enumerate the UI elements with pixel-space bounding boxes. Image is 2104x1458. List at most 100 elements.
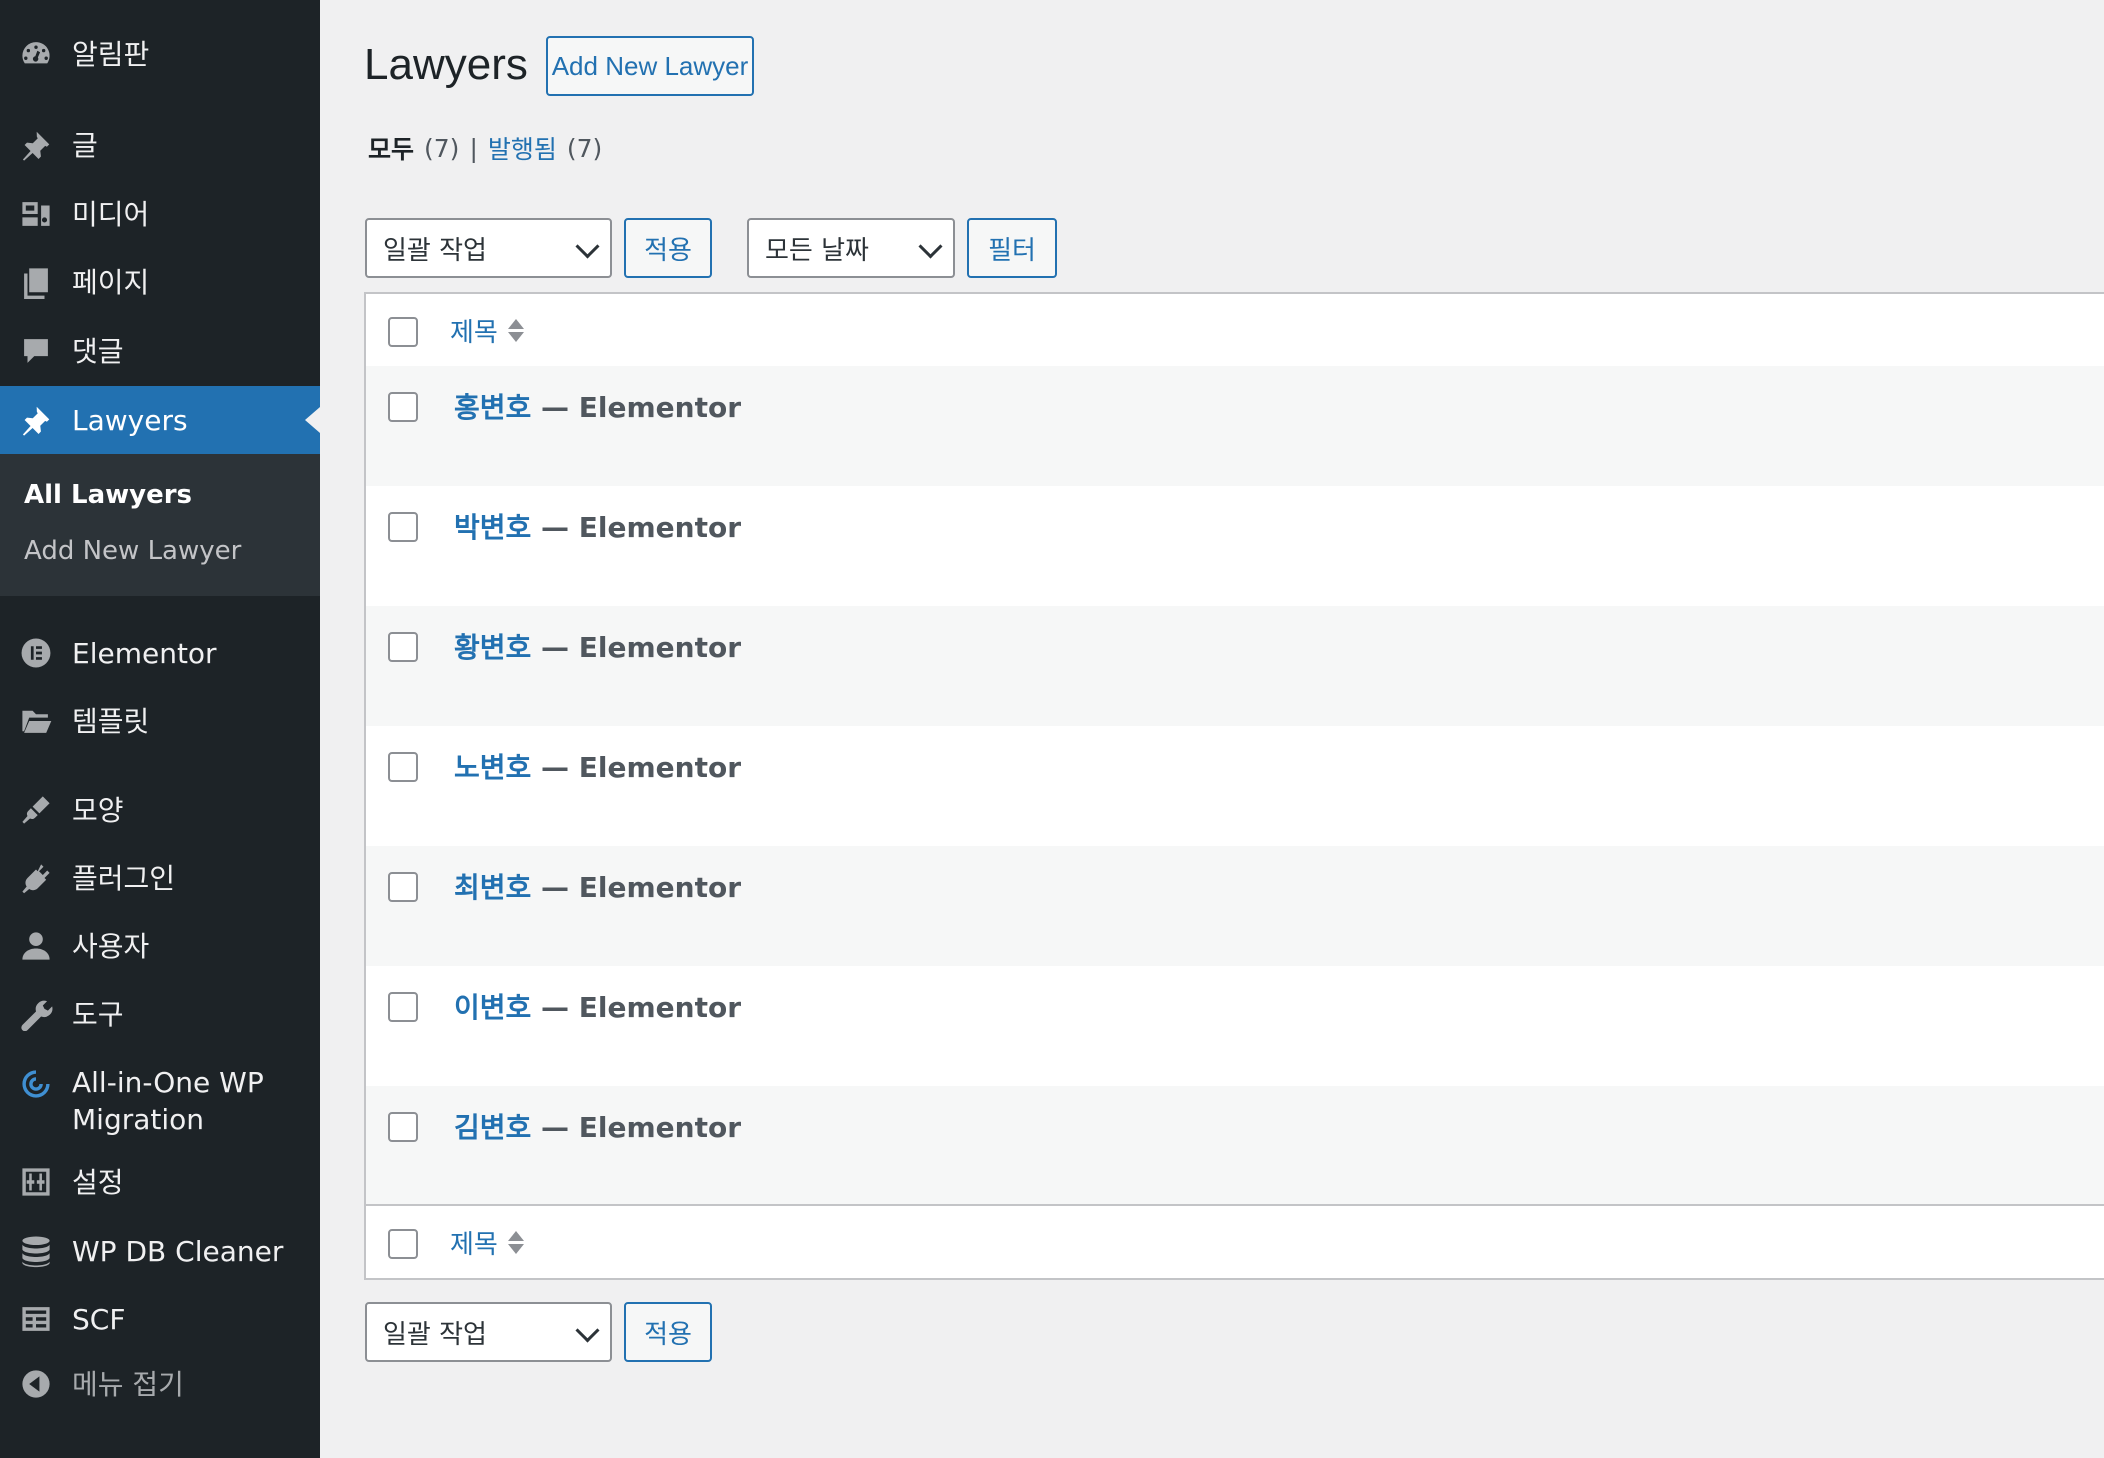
menu-item-dashboard[interactable]: 알림판	[0, 20, 320, 88]
sort-icon	[507, 1230, 524, 1254]
dashboard-icon	[18, 36, 54, 72]
row-checkbox[interactable]	[388, 632, 418, 662]
row-title: 이변호 — Elementor	[454, 986, 741, 1026]
menu-item-comments[interactable]: 댓글	[0, 317, 320, 385]
table-row: 황변호 — Elementor	[366, 606, 2104, 726]
row-title-suffix: — Elementor	[531, 871, 742, 904]
row-title: 박변호 — Elementor	[454, 506, 741, 546]
table-row: 홍변호 — Elementor	[366, 366, 2104, 486]
media-icon	[18, 196, 54, 232]
bulk-actions-select-bottom[interactable]: 일괄 작업	[365, 1302, 612, 1362]
table-footer: 제목	[366, 1204, 2104, 1278]
wrench-icon	[18, 996, 54, 1032]
row-checkbox[interactable]	[388, 512, 418, 542]
date-filter-select[interactable]: 모든 날짜	[747, 218, 955, 278]
lawyers-submenu: All Lawyers Add New Lawyer	[0, 454, 320, 596]
table-icon	[18, 1301, 54, 1337]
collapse-icon	[18, 1366, 54, 1402]
row-title-suffix: — Elementor	[531, 511, 742, 544]
menu-item-plugins[interactable]: 플러그인	[0, 844, 320, 912]
chevron-down-icon	[575, 234, 600, 259]
row-title: 노변호 — Elementor	[454, 746, 741, 786]
row-title-suffix: — Elementor	[531, 391, 742, 424]
row-checkbox[interactable]	[388, 992, 418, 1022]
menu-item-lawyers[interactable]: Lawyers	[0, 386, 320, 454]
menu-label-dashboard: 알림판	[72, 37, 150, 71]
view-all-count: (7)	[424, 133, 460, 163]
menu-item-media[interactable]: 미디어	[0, 180, 320, 248]
row-checkbox[interactable]	[388, 392, 418, 422]
main-content: Lawyers Add New Lawyer 모두 (7) | 발행됨 (7) …	[320, 0, 2104, 1458]
chevron-down-icon	[575, 1318, 600, 1343]
table-row: 박변호 — Elementor	[366, 486, 2104, 606]
row-title-suffix: — Elementor	[531, 1111, 742, 1144]
select-all-checkbox[interactable]	[388, 317, 418, 347]
menu-item-settings[interactable]: 설정	[0, 1148, 320, 1216]
row-title-link[interactable]: 노변호	[454, 751, 531, 784]
table-row: 이변호 — Elementor	[366, 966, 2104, 1086]
menu-item-templates[interactable]: 템플릿	[0, 687, 320, 755]
table-row: 김변호 — Elementor	[366, 1086, 2104, 1206]
menu-label-collapse: 메뉴 접기	[72, 1367, 184, 1401]
row-title: 홍변호 — Elementor	[454, 386, 741, 426]
row-title: 최변호 — Elementor	[454, 866, 741, 906]
page-icon	[18, 264, 54, 300]
menu-label-tools: 도구	[72, 997, 124, 1031]
row-title-link[interactable]: 이변호	[454, 991, 531, 1024]
bulk-actions-value: 일괄 작업	[383, 235, 487, 266]
menu-label-migration-line1: All-in-One WP	[72, 1066, 264, 1099]
menu-label-lawyers: Lawyers	[72, 403, 188, 437]
row-title: 황변호 — Elementor	[454, 626, 741, 666]
pin-icon	[18, 127, 54, 163]
menu-item-elementor[interactable]: Elementor	[0, 619, 320, 687]
menu-label-plugins: 플러그인	[72, 861, 176, 895]
menu-item-appearance[interactable]: 모양	[0, 776, 320, 844]
menu-item-pages[interactable]: 페이지	[0, 248, 320, 316]
select-all-checkbox-bottom[interactable]	[388, 1229, 418, 1259]
menu-item-wp-db-cleaner[interactable]: WP DB Cleaner	[0, 1217, 320, 1285]
apply-button[interactable]: 적용	[624, 218, 712, 278]
database-icon	[18, 1233, 54, 1269]
add-new-lawyer-button[interactable]: Add New Lawyer	[546, 36, 754, 96]
menu-label-migration-line2: Migration	[72, 1103, 205, 1136]
menu-label-scf: SCF	[72, 1302, 126, 1336]
column-title-sort[interactable]: 제목	[450, 312, 524, 349]
menu-label-comments: 댓글	[72, 334, 124, 368]
menu-label-elementor: Elementor	[72, 636, 217, 670]
row-checkbox[interactable]	[388, 1112, 418, 1142]
row-title-suffix: — Elementor	[531, 631, 742, 664]
menu-item-scf[interactable]: SCF	[0, 1285, 320, 1353]
menu-item-all-in-one-migration[interactable]: All-in-One WP Migration	[0, 1048, 320, 1148]
menu-label-pages: 페이지	[72, 265, 150, 299]
row-checkbox[interactable]	[388, 872, 418, 902]
table-row: 노변호 — Elementor	[366, 726, 2104, 846]
table-row: 최변호 — Elementor	[366, 846, 2104, 966]
row-checkbox[interactable]	[388, 752, 418, 782]
row-title-suffix: — Elementor	[531, 751, 742, 784]
bulk-actions-select[interactable]: 일괄 작업	[365, 218, 612, 278]
submenu-add-new-lawyer[interactable]: Add New Lawyer	[24, 536, 241, 566]
filter-button[interactable]: 필터	[967, 218, 1057, 278]
row-title-link[interactable]: 박변호	[454, 511, 531, 544]
collapse-menu-button[interactable]: 메뉴 접기	[0, 1350, 320, 1418]
apply-button-bottom[interactable]: 적용	[624, 1302, 712, 1362]
row-title-link[interactable]: 최변호	[454, 871, 531, 904]
menu-label-media: 미디어	[72, 197, 150, 231]
date-filter-value: 모든 날짜	[765, 235, 869, 266]
view-published-link[interactable]: 발행됨	[488, 130, 557, 166]
menu-item-tools[interactable]: 도구	[0, 980, 320, 1048]
submenu-all-lawyers[interactable]: All Lawyers	[24, 480, 192, 510]
menu-item-posts[interactable]: 글	[0, 111, 320, 179]
row-title-link[interactable]: 홍변호	[454, 391, 531, 424]
row-title-link[interactable]: 김변호	[454, 1111, 531, 1144]
elementor-icon	[18, 635, 54, 671]
row-title-link[interactable]: 황변호	[454, 631, 531, 664]
view-all-link[interactable]: 모두	[368, 130, 414, 166]
column-title-label: 제목	[450, 1229, 498, 1260]
chevron-down-icon	[918, 234, 943, 259]
user-icon	[18, 928, 54, 964]
column-title-sort-bottom[interactable]: 제목	[450, 1224, 524, 1261]
menu-item-users[interactable]: 사용자	[0, 912, 320, 980]
menu-label-users: 사용자	[72, 929, 150, 963]
brush-icon	[18, 792, 54, 828]
